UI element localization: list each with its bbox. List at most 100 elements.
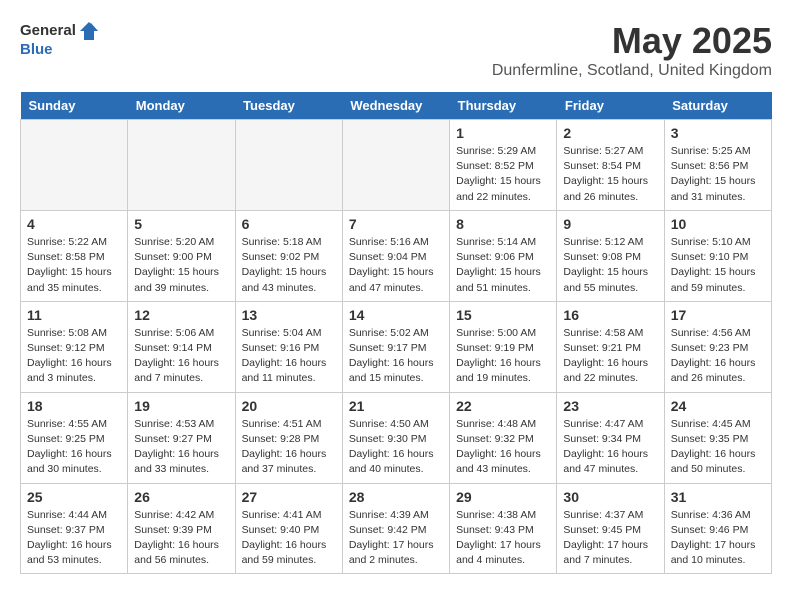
day-number: 31 bbox=[671, 489, 765, 505]
day-info: Sunrise: 5:20 AMSunset: 9:00 PMDaylight:… bbox=[134, 235, 228, 296]
day-number: 7 bbox=[349, 216, 443, 232]
day-info: Sunrise: 5:12 AMSunset: 9:08 PMDaylight:… bbox=[563, 235, 657, 296]
day-info: Sunrise: 5:08 AMSunset: 9:12 PMDaylight:… bbox=[27, 326, 121, 387]
calendar-cell-1-2 bbox=[128, 120, 235, 211]
calendar-cell-3-3: 13 Sunrise: 5:04 AMSunset: 9:16 PMDayligh… bbox=[235, 301, 342, 392]
calendar-cell-1-3 bbox=[235, 120, 342, 211]
calendar-cell-5-3: 27 Sunrise: 4:41 AMSunset: 9:40 PMDayligh… bbox=[235, 483, 342, 574]
calendar-cell-4-4: 21 Sunrise: 4:50 AMSunset: 9:30 PMDayligh… bbox=[342, 392, 449, 483]
header-tuesday: Tuesday bbox=[235, 92, 342, 120]
day-info: Sunrise: 4:39 AMSunset: 9:42 PMDaylight:… bbox=[349, 508, 443, 569]
calendar-cell-3-5: 15 Sunrise: 5:00 AMSunset: 9:19 PMDayligh… bbox=[450, 301, 557, 392]
day-number: 10 bbox=[671, 216, 765, 232]
day-info: Sunrise: 4:55 AMSunset: 9:25 PMDaylight:… bbox=[27, 417, 121, 478]
header-thursday: Thursday bbox=[450, 92, 557, 120]
calendar-cell-2-7: 10 Sunrise: 5:10 AMSunset: 9:10 PMDayligh… bbox=[664, 210, 771, 301]
calendar-cell-3-6: 16Sunrise: 4:58 AMSunset: 9:21 PMDayligh… bbox=[557, 301, 664, 392]
day-number: 15 bbox=[456, 307, 550, 323]
day-info: Sunrise: 4:53 AMSunset: 9:27 PMDaylight:… bbox=[134, 417, 228, 478]
day-number: 13 bbox=[242, 307, 336, 323]
calendar-week-1: 1Sunrise: 5:29 AMSunset: 8:52 PMDaylight… bbox=[21, 120, 772, 211]
calendar-cell-1-7: 3 Sunrise: 5:25 AMSunset: 8:56 PMDaylight… bbox=[664, 120, 771, 211]
calendar-header-row: Sunday Monday Tuesday Wednesday Thursday… bbox=[21, 92, 772, 120]
calendar-cell-1-1 bbox=[21, 120, 128, 211]
day-number: 30 bbox=[563, 489, 657, 505]
header-monday: Monday bbox=[128, 92, 235, 120]
day-info: Sunrise: 4:51 AMSunset: 9:28 PMDaylight:… bbox=[242, 417, 336, 478]
calendar-cell-4-2: 19 Sunrise: 4:53 AMSunset: 9:27 PMDayligh… bbox=[128, 392, 235, 483]
calendar-cell-1-5: 1Sunrise: 5:29 AMSunset: 8:52 PMDaylight… bbox=[450, 120, 557, 211]
header-friday: Friday bbox=[557, 92, 664, 120]
day-info: Sunrise: 4:50 AMSunset: 9:30 PMDaylight:… bbox=[349, 417, 443, 478]
calendar-cell-2-5: 8 Sunrise: 5:14 AMSunset: 9:06 PMDaylight… bbox=[450, 210, 557, 301]
calendar-cell-2-4: 7Sunrise: 5:16 AMSunset: 9:04 PMDaylight… bbox=[342, 210, 449, 301]
day-number: 5 bbox=[134, 216, 228, 232]
calendar-cell-4-1: 18 Sunrise: 4:55 AMSunset: 9:25 PMDayligh… bbox=[21, 392, 128, 483]
day-number: 11 bbox=[27, 307, 121, 323]
calendar-cell-1-4 bbox=[342, 120, 449, 211]
day-info: Sunrise: 5:14 AMSunset: 9:06 PMDaylight:… bbox=[456, 235, 550, 296]
day-number: 4 bbox=[27, 216, 121, 232]
day-number: 23 bbox=[563, 398, 657, 414]
day-number: 14 bbox=[349, 307, 443, 323]
day-info: Sunrise: 4:42 AMSunset: 9:39 PMDaylight:… bbox=[134, 508, 228, 569]
day-number: 8 bbox=[456, 216, 550, 232]
calendar-cell-1-6: 2 Sunrise: 5:27 AMSunset: 8:54 PMDaylight… bbox=[557, 120, 664, 211]
day-info: Sunrise: 4:45 AMSunset: 9:35 PMDaylight:… bbox=[671, 417, 765, 478]
calendar-cell-5-5: 29Sunrise: 4:38 AMSunset: 9:43 PMDayligh… bbox=[450, 483, 557, 574]
day-info: Sunrise: 4:36 AMSunset: 9:46 PMDaylight:… bbox=[671, 508, 765, 569]
day-info: Sunrise: 5:29 AMSunset: 8:52 PMDaylight:… bbox=[456, 144, 550, 205]
day-number: 24 bbox=[671, 398, 765, 414]
day-number: 28 bbox=[349, 489, 443, 505]
day-number: 18 bbox=[27, 398, 121, 414]
day-number: 3 bbox=[671, 125, 765, 141]
calendar-week-2: 4 Sunrise: 5:22 AMSunset: 8:58 PMDaylight… bbox=[21, 210, 772, 301]
day-info: Sunrise: 5:02 AMSunset: 9:17 PMDaylight:… bbox=[349, 326, 443, 387]
calendar-cell-4-7: 24 Sunrise: 4:45 AMSunset: 9:35 PMDayligh… bbox=[664, 392, 771, 483]
day-info: Sunrise: 4:37 AMSunset: 9:45 PMDaylight:… bbox=[563, 508, 657, 569]
day-number: 20 bbox=[242, 398, 336, 414]
calendar-cell-4-5: 22 Sunrise: 4:48 AMSunset: 9:32 PMDayligh… bbox=[450, 392, 557, 483]
day-info: Sunrise: 5:10 AMSunset: 9:10 PMDaylight:… bbox=[671, 235, 765, 296]
day-number: 2 bbox=[563, 125, 657, 141]
day-info: Sunrise: 5:06 AMSunset: 9:14 PMDaylight:… bbox=[134, 326, 228, 387]
day-info: Sunrise: 5:22 AMSunset: 8:58 PMDaylight:… bbox=[27, 235, 121, 296]
calendar-cell-4-6: 23 Sunrise: 4:47 AMSunset: 9:34 PMDayligh… bbox=[557, 392, 664, 483]
day-info: Sunrise: 5:00 AMSunset: 9:19 PMDaylight:… bbox=[456, 326, 550, 387]
calendar-cell-2-1: 4 Sunrise: 5:22 AMSunset: 8:58 PMDaylight… bbox=[21, 210, 128, 301]
day-info: Sunrise: 4:41 AMSunset: 9:40 PMDaylight:… bbox=[242, 508, 336, 569]
logo-general-text: General bbox=[20, 23, 76, 40]
calendar-cell-2-3: 6Sunrise: 5:18 AMSunset: 9:02 PMDaylight… bbox=[235, 210, 342, 301]
calendar-cell-4-3: 20 Sunrise: 4:51 AMSunset: 9:28 PMDayligh… bbox=[235, 392, 342, 483]
day-number: 6 bbox=[242, 216, 336, 232]
calendar-cell-5-6: 30 Sunrise: 4:37 AMSunset: 9:45 PMDayligh… bbox=[557, 483, 664, 574]
day-number: 17 bbox=[671, 307, 765, 323]
calendar-cell-5-4: 28 Sunrise: 4:39 AMSunset: 9:42 PMDayligh… bbox=[342, 483, 449, 574]
calendar-week-5: 25 Sunrise: 4:44 AMSunset: 9:37 PMDayligh… bbox=[21, 483, 772, 574]
day-info: Sunrise: 4:38 AMSunset: 9:43 PMDaylight:… bbox=[456, 508, 550, 569]
day-number: 9 bbox=[563, 216, 657, 232]
calendar-table: Sunday Monday Tuesday Wednesday Thursday… bbox=[20, 92, 772, 574]
day-number: 19 bbox=[134, 398, 228, 414]
day-info: Sunrise: 5:25 AMSunset: 8:56 PMDaylight:… bbox=[671, 144, 765, 205]
month-title: May 2025 bbox=[492, 20, 772, 62]
calendar-cell-5-2: 26 Sunrise: 4:42 AMSunset: 9:39 PMDayligh… bbox=[128, 483, 235, 574]
day-info: Sunrise: 4:48 AMSunset: 9:32 PMDaylight:… bbox=[456, 417, 550, 478]
day-info: Sunrise: 4:44 AMSunset: 9:37 PMDaylight:… bbox=[27, 508, 121, 569]
day-number: 21 bbox=[349, 398, 443, 414]
calendar-cell-3-2: 12 Sunrise: 5:06 AMSunset: 9:14 PMDayligh… bbox=[128, 301, 235, 392]
day-number: 25 bbox=[27, 489, 121, 505]
day-info: Sunrise: 4:56 AMSunset: 9:23 PMDaylight:… bbox=[671, 326, 765, 387]
day-info: Sunrise: 4:47 AMSunset: 9:34 PMDaylight:… bbox=[563, 417, 657, 478]
day-info: Sunrise: 5:27 AMSunset: 8:54 PMDaylight:… bbox=[563, 144, 657, 205]
header-sunday: Sunday bbox=[21, 92, 128, 120]
day-number: 12 bbox=[134, 307, 228, 323]
logo-blue-text: Blue bbox=[20, 42, 100, 59]
header-saturday: Saturday bbox=[664, 92, 771, 120]
day-info: Sunrise: 5:04 AMSunset: 9:16 PMDaylight:… bbox=[242, 326, 336, 387]
calendar-cell-2-6: 9 Sunrise: 5:12 AMSunset: 9:08 PMDaylight… bbox=[557, 210, 664, 301]
day-number: 26 bbox=[134, 489, 228, 505]
day-number: 27 bbox=[242, 489, 336, 505]
header: General Blue May 2025 Dunfermline, Scotl… bbox=[20, 20, 772, 80]
day-number: 22 bbox=[456, 398, 550, 414]
